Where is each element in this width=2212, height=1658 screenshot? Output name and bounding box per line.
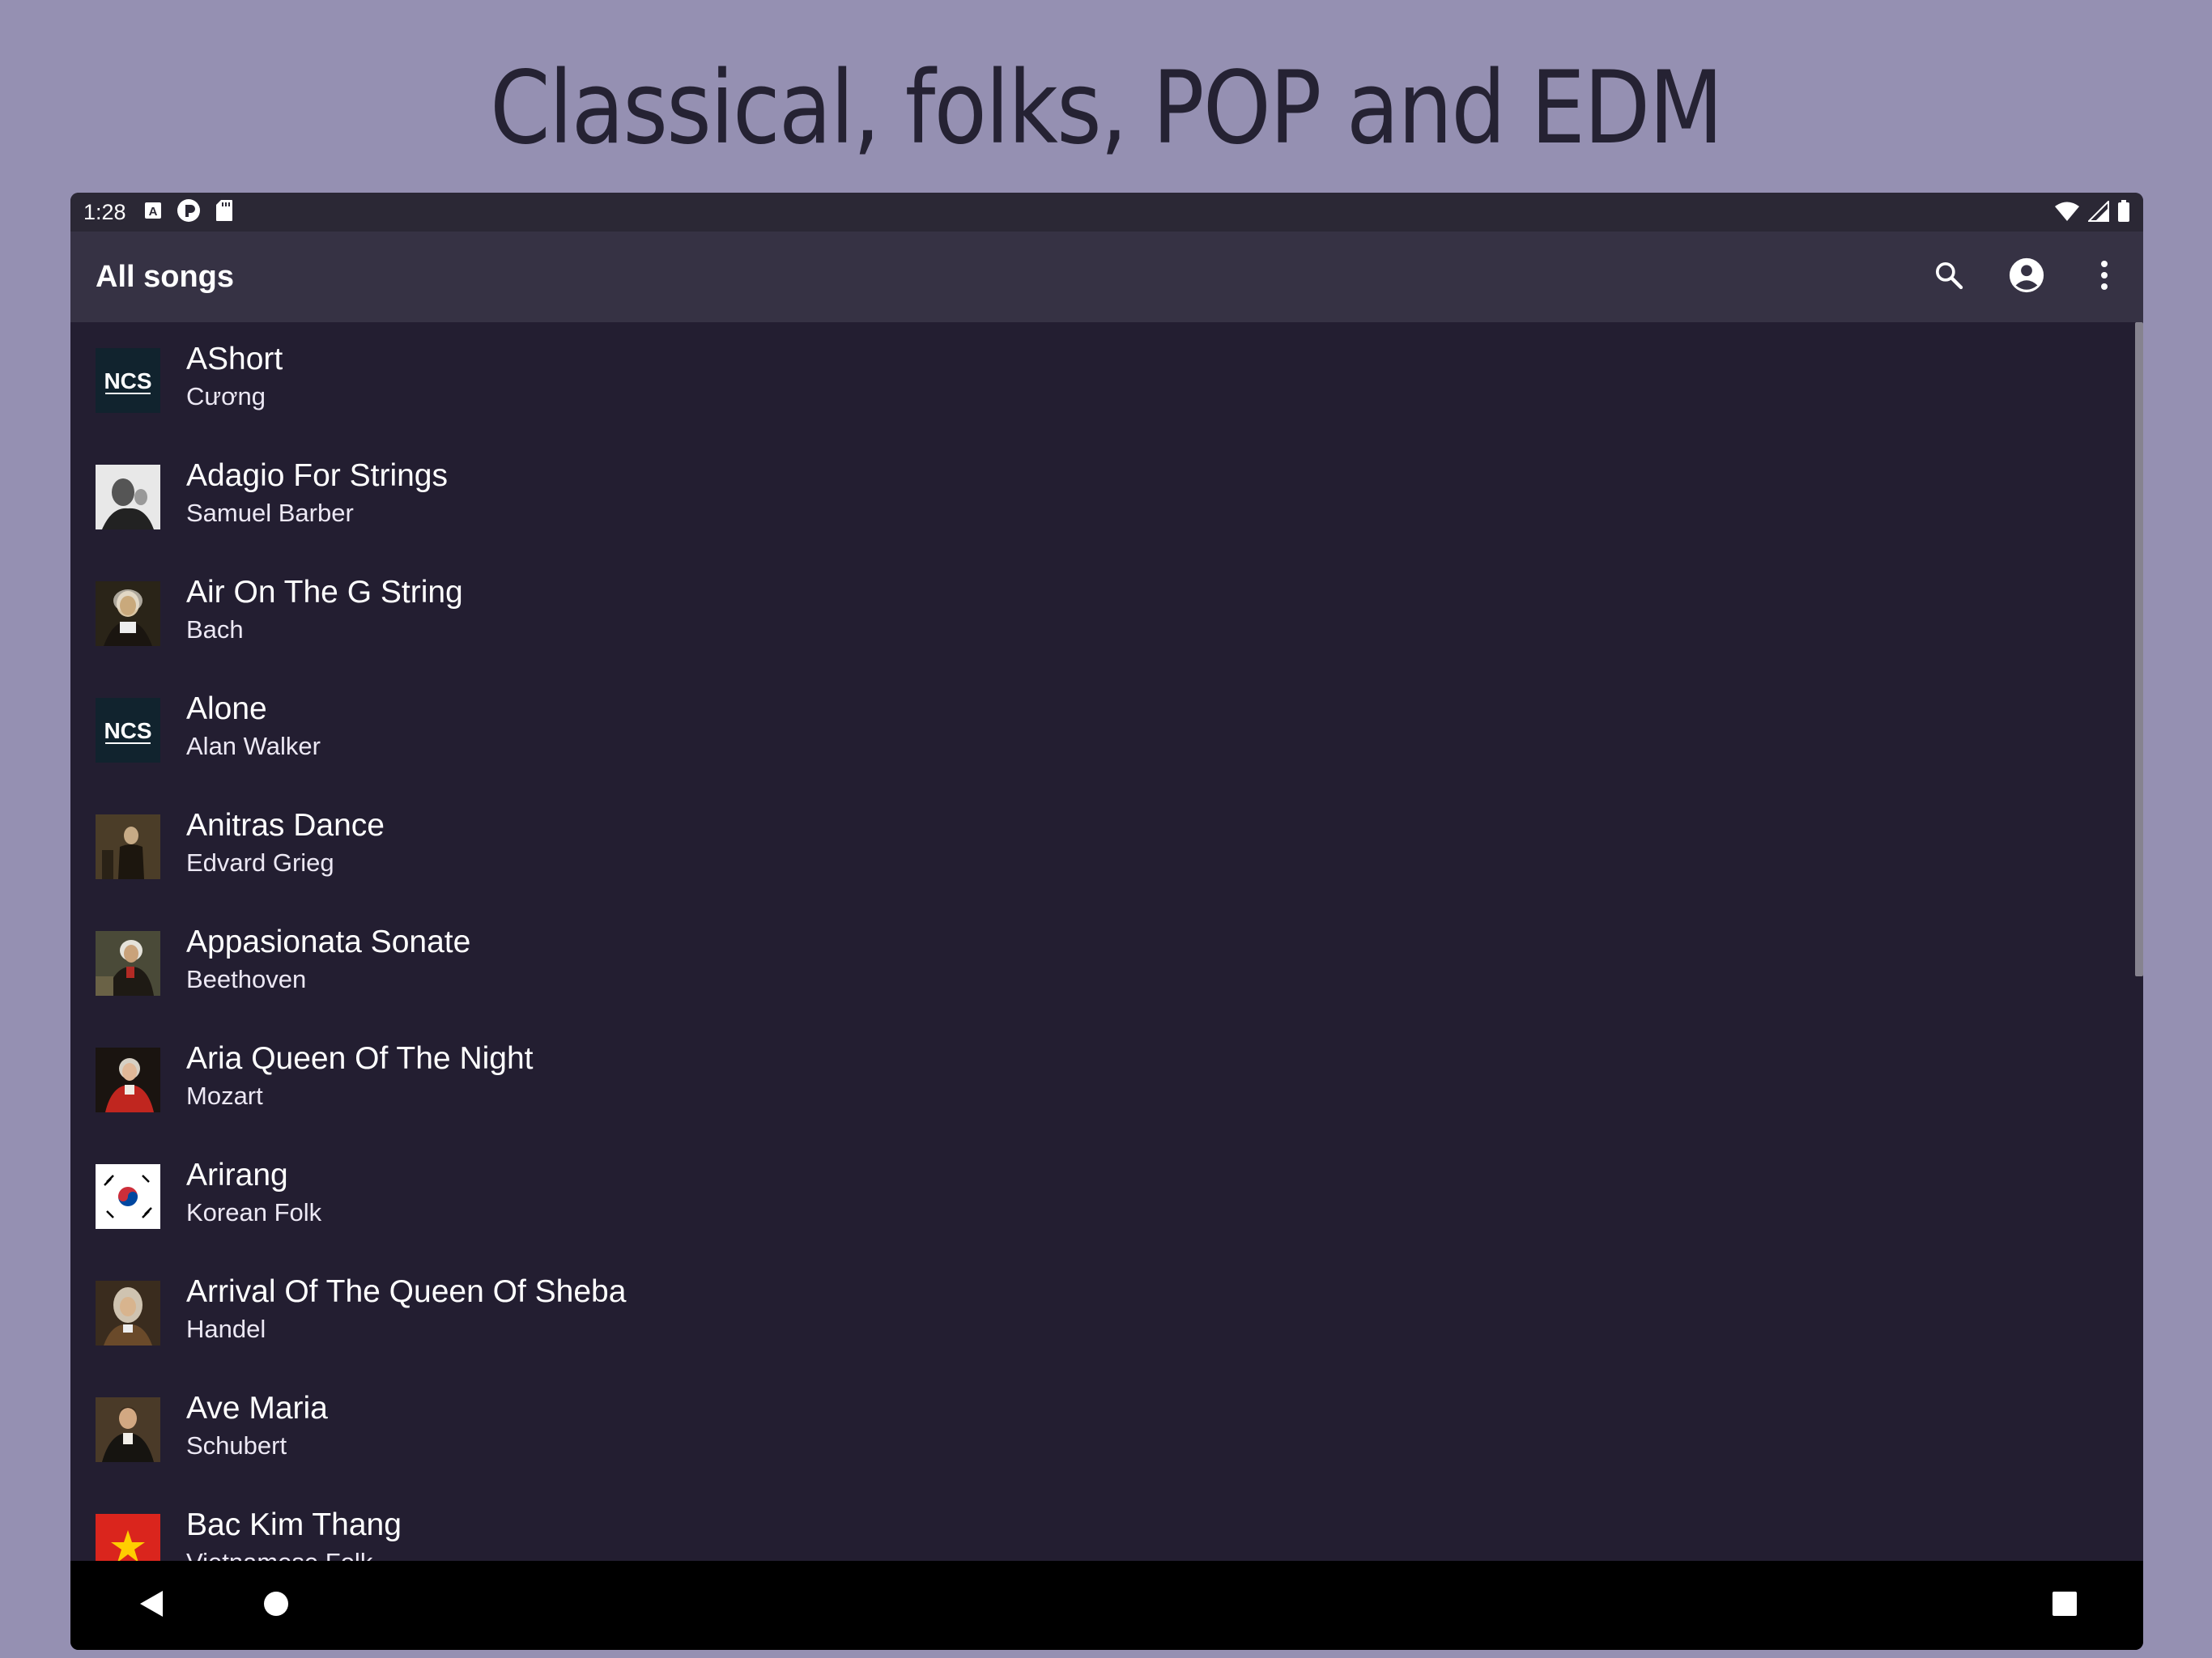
svg-text:NCS: NCS bbox=[104, 368, 151, 393]
song-row[interactable]: Anitras Dance Edvard Grieg bbox=[70, 789, 2127, 905]
status-time: 1:28 bbox=[83, 199, 126, 224]
song-row[interactable]: Arirang Korean Folk bbox=[70, 1138, 2127, 1255]
album-art bbox=[96, 931, 160, 996]
more-vert-icon bbox=[2099, 259, 2109, 295]
text-notification-icon: A bbox=[144, 202, 162, 223]
song-title: Air On The G String bbox=[186, 575, 463, 610]
search-icon bbox=[1933, 259, 1965, 295]
account-button[interactable] bbox=[1988, 238, 2065, 316]
song-row[interactable]: Air On The G String Bach bbox=[70, 555, 2127, 672]
status-bar: 1:28 A bbox=[70, 193, 2143, 232]
cellular-signal-icon bbox=[2087, 199, 2109, 226]
recents-button[interactable] bbox=[2020, 1561, 2109, 1650]
song-title: Arirang bbox=[186, 1158, 288, 1192]
song-artist: Korean Folk bbox=[186, 1198, 322, 1226]
song-artist: Bach bbox=[186, 615, 244, 644]
album-art bbox=[96, 1281, 160, 1346]
song-row[interactable]: Arrival Of The Queen Of Sheba Handel bbox=[70, 1255, 2127, 1371]
app-bar: All songs bbox=[70, 232, 2143, 322]
scrollbar[interactable] bbox=[2135, 322, 2143, 976]
song-list[interactable]: NCS AShort Cương Adagio For Strings Samu… bbox=[70, 322, 2143, 1561]
song-artist: Cương bbox=[186, 382, 266, 410]
song-artist: Mozart bbox=[186, 1082, 263, 1110]
song-title: Alone bbox=[186, 691, 267, 726]
song-title: Ave Maria bbox=[186, 1391, 328, 1426]
song-row[interactable]: Aria Queen Of The Night Mozart bbox=[70, 1022, 2127, 1138]
song-artist: Schubert bbox=[186, 1431, 287, 1460]
song-row[interactable]: Appasionata Sonate Beethoven bbox=[70, 905, 2127, 1022]
app-notification-icon bbox=[177, 198, 201, 227]
album-art bbox=[96, 1397, 160, 1462]
song-title: Anitras Dance bbox=[186, 808, 385, 843]
device-screen: 1:28 A All songs NCS AShort Cương Adagio… bbox=[70, 193, 2143, 1650]
album-art: NCS bbox=[96, 348, 160, 413]
more-options-button[interactable] bbox=[2065, 238, 2143, 316]
back-triangle-icon bbox=[138, 1589, 164, 1622]
home-button[interactable] bbox=[232, 1561, 321, 1650]
search-button[interactable] bbox=[1910, 238, 1988, 316]
battery-icon bbox=[2117, 200, 2130, 227]
navigation-bar bbox=[70, 1561, 2143, 1650]
album-art bbox=[96, 581, 160, 646]
song-row[interactable]: Bac Kim Thang Vietnamese Folk bbox=[70, 1488, 2127, 1561]
song-title: Bac Kim Thang bbox=[186, 1507, 402, 1542]
back-button[interactable] bbox=[107, 1561, 196, 1650]
status-indicators bbox=[2054, 199, 2130, 227]
song-artist: Vietnamese Folk bbox=[186, 1548, 372, 1561]
svg-text:A: A bbox=[148, 205, 157, 219]
album-art: NCS bbox=[96, 698, 160, 763]
album-art bbox=[96, 1514, 160, 1561]
song-title: AShort bbox=[186, 342, 283, 376]
song-row[interactable]: Adagio For Strings Samuel Barber bbox=[70, 439, 2127, 555]
song-row[interactable]: NCS AShort Cương bbox=[70, 322, 2127, 439]
song-artist: Handel bbox=[186, 1315, 266, 1343]
song-artist: Edvard Grieg bbox=[186, 848, 334, 877]
recents-square-icon bbox=[2052, 1591, 2078, 1621]
song-artist: Alan Walker bbox=[186, 732, 321, 760]
album-art bbox=[96, 1048, 160, 1112]
song-title: Adagio For Strings bbox=[186, 458, 448, 493]
song-artist: Beethoven bbox=[186, 965, 307, 993]
album-art bbox=[96, 465, 160, 529]
svg-text:NCS: NCS bbox=[104, 718, 151, 743]
page-headline: Classical, folks, POP and EDM bbox=[490, 50, 1723, 167]
home-circle-icon bbox=[263, 1591, 289, 1621]
song-row[interactable]: Ave Maria Schubert bbox=[70, 1371, 2127, 1488]
sd-card-icon bbox=[215, 199, 233, 226]
song-row[interactable]: NCS Alone Alan Walker bbox=[70, 672, 2127, 789]
album-art bbox=[96, 1164, 160, 1229]
song-title: Appasionata Sonate bbox=[186, 925, 471, 959]
song-title: Arrival Of The Queen Of Sheba bbox=[186, 1274, 627, 1309]
song-title: Aria Queen Of The Night bbox=[186, 1041, 534, 1076]
song-artist: Samuel Barber bbox=[186, 499, 354, 527]
account-circle-icon bbox=[2008, 257, 2045, 298]
album-art bbox=[96, 814, 160, 879]
app-bar-actions bbox=[1910, 232, 2143, 322]
app-bar-title: All songs bbox=[96, 259, 235, 294]
wifi-icon bbox=[2054, 201, 2080, 226]
